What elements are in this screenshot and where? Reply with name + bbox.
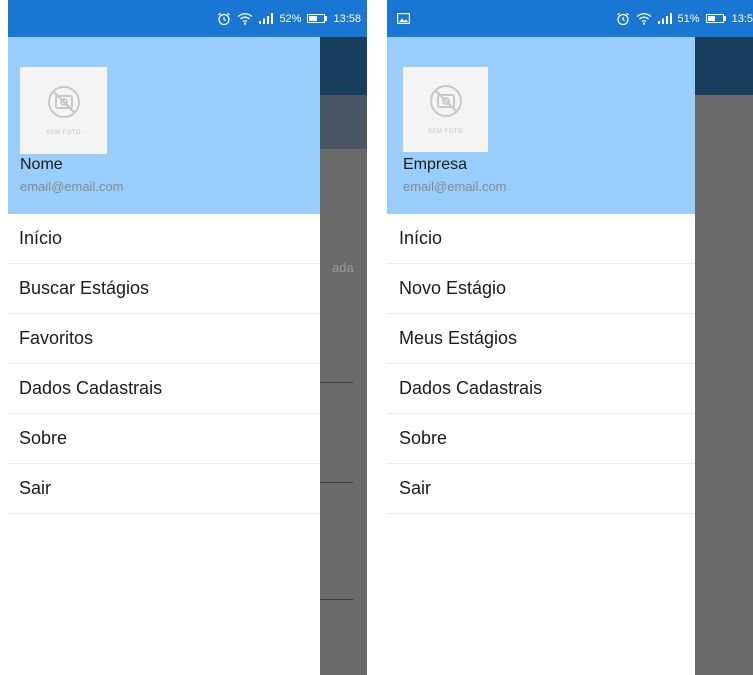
- battery-percent: 51%: [677, 12, 700, 25]
- menu-item-sobre[interactable]: Sobre: [8, 414, 320, 464]
- divider: [320, 482, 353, 483]
- menu-item-sair[interactable]: Sair: [387, 464, 695, 514]
- no-photo-icon: [429, 84, 463, 123]
- no-photo-icon: [47, 85, 81, 124]
- user-name: Nome: [20, 156, 63, 173]
- background-text: ada: [332, 260, 354, 275]
- menu-item-dados-cadastrais[interactable]: Dados Cadastrais: [387, 364, 695, 414]
- menu-item-favoritos[interactable]: Favoritos: [8, 314, 320, 364]
- drawer-menu: Início Buscar Estágios Favoritos Dados C…: [8, 214, 320, 514]
- signal-icon: [657, 13, 672, 24]
- navigation-drawer: SEM FOTO Nome email@email.com Início Bus…: [8, 37, 320, 675]
- signal-icon: [259, 13, 274, 24]
- menu-item-meus-estagios[interactable]: Meus Estágios: [387, 314, 695, 364]
- navigation-drawer: SEM FOTO Empresa email@email.com Início …: [387, 37, 695, 675]
- menu-item-sobre[interactable]: Sobre: [387, 414, 695, 464]
- status-icons: 51% 13:5: [616, 0, 753, 37]
- battery-icon: [307, 14, 328, 23]
- menu-item-novo-estagio[interactable]: Novo Estágio: [387, 264, 695, 314]
- menu-item-inicio[interactable]: Início: [387, 214, 695, 264]
- menu-item-dados-cadastrais[interactable]: Dados Cadastrais: [8, 364, 320, 414]
- battery-percent: 52%: [279, 12, 302, 25]
- drawer-header: SEM FOTO Empresa email@email.com: [387, 37, 695, 214]
- company-email: email@email.com: [403, 179, 507, 194]
- status-bar: 51% 13:5: [387, 0, 753, 37]
- phone-screen-left: 52% 13:58 ada SEM FOTO Nome email@email.…: [8, 0, 367, 675]
- status-bar: 52% 13:58: [8, 0, 367, 37]
- avatar[interactable]: SEM FOTO: [20, 67, 107, 154]
- phone-screen-right: 51% 13:5 SEM FOTO Empresa email@email.co…: [387, 0, 753, 675]
- clock: 13:5: [731, 12, 753, 25]
- avatar-caption: SEM FOTO: [45, 130, 82, 136]
- clock: 13:58: [333, 12, 361, 25]
- menu-item-inicio[interactable]: Início: [8, 214, 320, 264]
- menu-item-sair[interactable]: Sair: [8, 464, 320, 514]
- alarm-icon: [616, 12, 630, 26]
- image-notification-icon: [397, 13, 410, 24]
- notification-icons: [397, 0, 410, 37]
- status-icons: 52% 13:58: [217, 0, 361, 37]
- wifi-icon: [237, 12, 253, 25]
- avatar-caption: SEM FOTO: [427, 129, 464, 135]
- wifi-icon: [636, 12, 652, 25]
- alarm-icon: [217, 12, 231, 26]
- battery-icon: [705, 14, 726, 23]
- drawer-menu: Início Novo Estágio Meus Estágios Dados …: [387, 214, 695, 514]
- avatar[interactable]: SEM FOTO: [403, 67, 488, 152]
- divider: [320, 382, 353, 383]
- divider: [320, 599, 353, 600]
- company-name: Empresa: [403, 156, 468, 173]
- drawer-header: SEM FOTO Nome email@email.com: [8, 37, 320, 214]
- user-email: email@email.com: [20, 179, 124, 194]
- menu-item-buscar-estagios[interactable]: Buscar Estágios: [8, 264, 320, 314]
